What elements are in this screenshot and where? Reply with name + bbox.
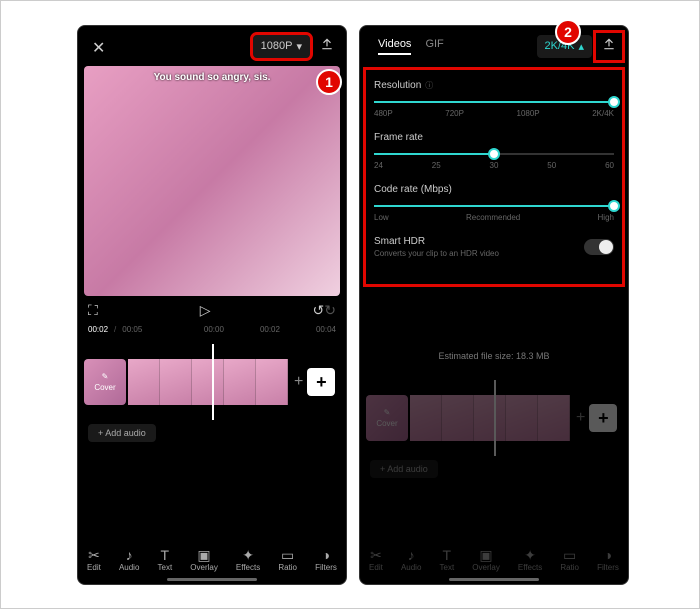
redo-icon[interactable]: ↻ <box>324 302 336 319</box>
export-settings-screen: Videos GIF 2K/4K▴ Resolutionⓘ 480P720P10… <box>359 25 629 585</box>
video-preview[interactable]: You sound so angry, sis. <box>84 66 340 296</box>
time-current: 00:02 <box>88 325 108 334</box>
framerate-label: Frame rate <box>374 132 614 143</box>
timeline[interactable]: ✎Cover ++ <box>84 350 340 414</box>
export-icon[interactable] <box>314 33 340 60</box>
chevron-down-icon: ▾ <box>296 40 302 53</box>
time-total: 00:05 <box>122 325 142 334</box>
bottom-toolbar: ✂Edit ♪Audio TText ▣Overlay ✦Effects ▭Ra… <box>360 547 628 572</box>
resolution-label: Resolution <box>374 80 421 91</box>
coderate-slider[interactable] <box>374 205 614 207</box>
close-icon[interactable]: ✕ <box>92 38 105 58</box>
tab-videos[interactable]: Videos <box>378 38 411 55</box>
chevron-up-icon: ▴ <box>578 40 584 53</box>
timeline: ✎Cover ++ <box>366 386 622 450</box>
editor-screen: ✕ 1080P▾ You sound so angry, sis. ⛶ ▷ ↺ … <box>77 25 347 585</box>
subtitle-text: You sound so angry, sis. <box>154 72 271 83</box>
resolution-dropdown[interactable]: 1080P▾ <box>253 35 310 58</box>
smarthdr-sub: Converts your clip to an HDR video <box>374 249 499 258</box>
home-indicator <box>167 578 257 581</box>
smarthdr-toggle[interactable] <box>584 239 614 255</box>
fullscreen-icon[interactable]: ⛶ <box>88 302 98 319</box>
estimated-size: Estimated file size: 18.3 MB <box>360 351 628 361</box>
export-panel: Resolutionⓘ 480P720P1080P2K/4K Frame rat… <box>366 70 622 284</box>
tool-filters[interactable]: ◑Filters <box>315 547 337 572</box>
callout-step-2: 2 <box>555 19 581 45</box>
undo-icon[interactable]: ↺ <box>313 302 325 319</box>
resolution-slider[interactable] <box>374 101 614 103</box>
bottom-toolbar: ✂Edit ♪Audio TText ▣Overlay ✦Effects ▭Ra… <box>78 547 346 572</box>
add-clip-button[interactable]: + <box>307 368 335 396</box>
coderate-label: Code rate (Mbps) <box>374 184 614 195</box>
tool-text[interactable]: TText <box>158 547 173 572</box>
smarthdr-label: Smart HDR <box>374 236 499 247</box>
home-indicator <box>449 578 539 581</box>
tool-effects[interactable]: ✦Effects <box>236 547 260 572</box>
export-icon[interactable] <box>596 33 622 60</box>
tool-overlay[interactable]: ▣Overlay <box>190 547 218 572</box>
play-icon[interactable]: ▷ <box>200 302 211 319</box>
tab-gif[interactable]: GIF <box>425 38 443 55</box>
add-audio-button[interactable]: + Add audio <box>88 424 156 442</box>
tool-edit[interactable]: ✂Edit <box>87 547 101 572</box>
callout-step-1: 1 <box>316 69 342 95</box>
info-icon[interactable]: ⓘ <box>425 80 433 91</box>
tool-ratio[interactable]: ▭Ratio <box>278 547 297 572</box>
clip-track[interactable] <box>128 359 288 405</box>
framerate-slider[interactable] <box>374 153 614 155</box>
tool-audio[interactable]: ♪Audio <box>119 547 139 572</box>
cover-button[interactable]: ✎Cover <box>84 359 126 405</box>
